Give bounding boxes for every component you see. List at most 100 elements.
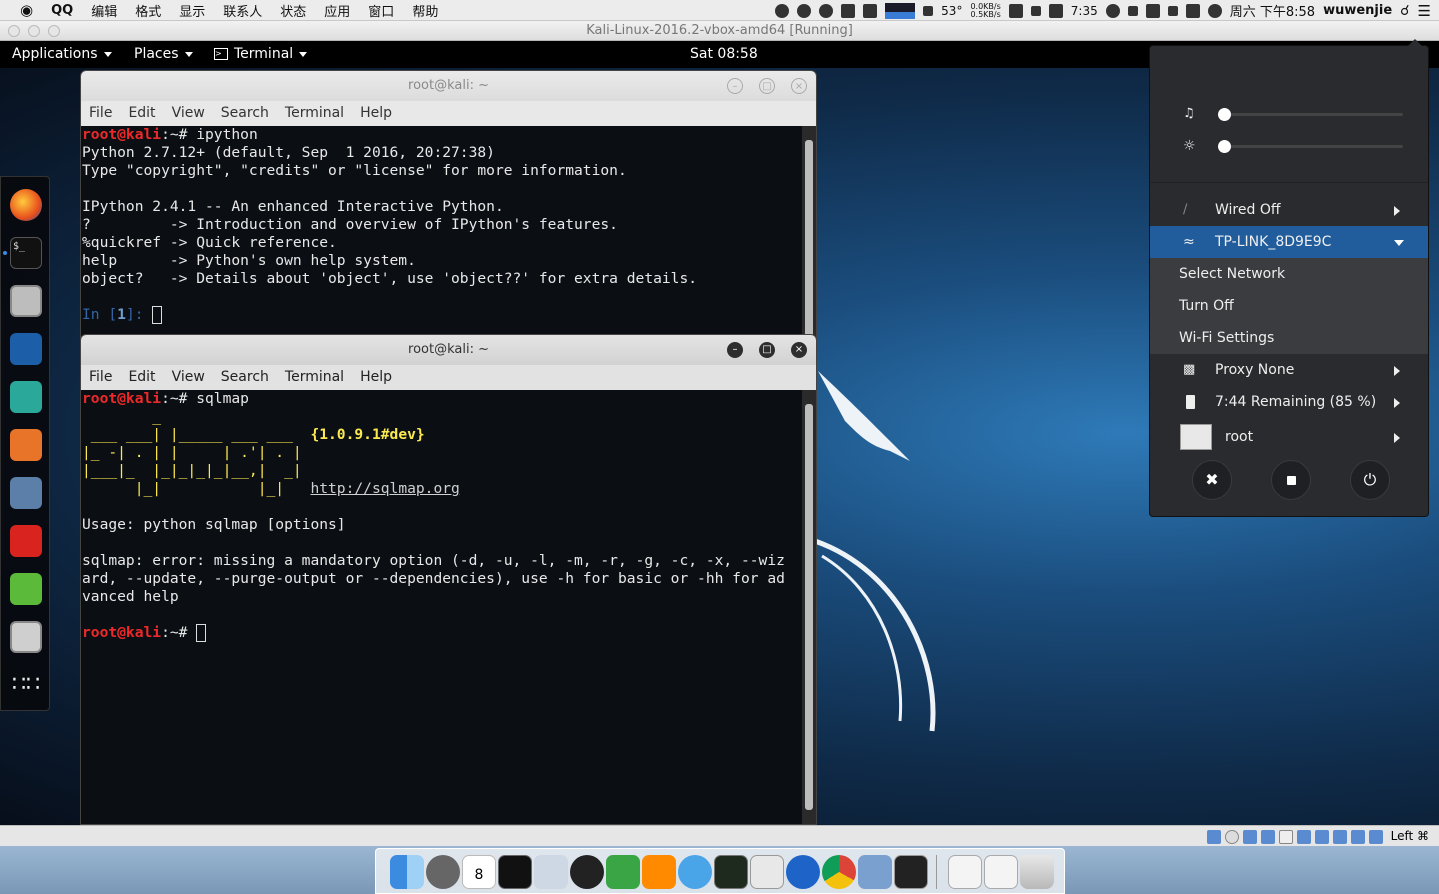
terminal-titlebar[interactable]: root@kali: ~ – □ × — [81, 71, 816, 101]
show-apps-icon[interactable]: ∷∷ — [10, 669, 42, 701]
keychain-icon[interactable] — [786, 855, 820, 889]
metasploit-icon[interactable] — [10, 333, 42, 365]
scrollbar-thumb[interactable] — [805, 404, 813, 810]
cpu-icon[interactable] — [1350, 829, 1365, 844]
donotdisturb-icon[interactable] — [775, 3, 790, 18]
username[interactable]: wuwenjie — [1323, 3, 1392, 18]
terminal-titlebar[interactable]: root@kali: ~ – □ × — [81, 335, 816, 365]
usb-icon[interactable] — [1278, 829, 1293, 844]
menu-help[interactable]: Help — [360, 101, 392, 126]
terminal-app-menu[interactable]: > Terminal — [214, 46, 308, 62]
menu-file[interactable]: File — [89, 365, 112, 390]
terminal-output[interactable]: root@kali:~# sqlmap _ ___ ___| |_____ __… — [81, 390, 802, 824]
apple-menu-icon[interactable]: ◉ — [0, 1, 42, 19]
leafpad-icon[interactable] — [10, 573, 42, 605]
send-icon[interactable] — [841, 3, 856, 18]
select-network-item[interactable]: Select Network — [1150, 258, 1428, 290]
optical-icon[interactable] — [1224, 829, 1239, 844]
mouse-icon[interactable] — [1368, 829, 1383, 844]
chrome-icon[interactable] — [822, 855, 856, 889]
disk-icon[interactable] — [1030, 5, 1041, 16]
wifi-menu-item[interactable]: ≈ TP-LINK_8D9E9C — [1150, 226, 1428, 258]
app-menu[interactable]: QQ — [42, 3, 82, 18]
temperature[interactable]: 53° — [941, 4, 962, 18]
datetime[interactable]: 周六 下午8:58 — [1230, 1, 1315, 20]
memory-bars-icon[interactable] — [1008, 3, 1023, 18]
video-capture-icon[interactable] — [1332, 829, 1347, 844]
menu-format[interactable]: 格式 — [126, 1, 170, 20]
wired-menu-item[interactable]: ∕ Wired Off — [1150, 194, 1428, 226]
firefox-icon[interactable] — [10, 189, 42, 221]
activity-monitor-icon[interactable] — [714, 855, 748, 889]
evernote-icon[interactable] — [606, 855, 640, 889]
network-icon[interactable] — [1260, 829, 1275, 844]
display-icon[interactable] — [1314, 829, 1329, 844]
menu-view[interactable]: View — [172, 101, 205, 126]
menu-contacts[interactable]: 联系人 — [214, 1, 271, 20]
volume-slider[interactable] — [1218, 108, 1403, 121]
brightness-slider-knob[interactable] — [1218, 140, 1231, 153]
maximize-button[interactable]: □ — [759, 78, 775, 94]
minimize-button[interactable]: – — [727, 342, 743, 358]
wifi-settings-item[interactable]: Wi-Fi Settings — [1150, 322, 1428, 354]
time-machine-icon[interactable] — [1105, 3, 1120, 18]
finder-icon[interactable] — [390, 855, 424, 889]
audio-icon[interactable] — [1242, 829, 1257, 844]
cloud-icon[interactable] — [797, 3, 812, 18]
beef-icon[interactable] — [10, 477, 42, 509]
menu-help[interactable]: Help — [360, 365, 392, 390]
vbox-zoom-button[interactable] — [48, 25, 60, 37]
maximize-button[interactable]: □ — [759, 342, 775, 358]
pin-icon[interactable] — [863, 3, 878, 18]
brightness-slider[interactable] — [1218, 140, 1403, 153]
battery-status-icon[interactable] — [1185, 3, 1200, 18]
wifi-icon[interactable] — [1145, 3, 1160, 18]
battery-menu-item[interactable]: 7:44 Remaining (85 %) — [1150, 386, 1428, 418]
clock[interactable]: Sat 08:58 — [690, 46, 758, 62]
remote-desktop-icon[interactable] — [894, 855, 928, 889]
network-speed[interactable]: 0.0KB/s 0.5KB/s — [970, 2, 1000, 19]
lock-button[interactable] — [1271, 460, 1311, 500]
input-method-icon[interactable] — [1207, 3, 1222, 18]
menu-terminal[interactable]: Terminal — [285, 101, 344, 126]
settings-button[interactable]: ✖ — [1192, 460, 1232, 500]
shared-folders-icon[interactable] — [1296, 829, 1311, 844]
scrollbar-thumb[interactable] — [805, 140, 813, 355]
terminal-output[interactable]: root@kali:~# ipython Python 2.7.12+ (def… — [81, 126, 802, 369]
qq-icon[interactable] — [570, 855, 604, 889]
menu-edit[interactable]: Edit — [128, 101, 155, 126]
battery-icon[interactable] — [1048, 3, 1063, 18]
sqlmap-url-link[interactable]: http://sqlmap.org — [310, 480, 459, 497]
qq-icon[interactable] — [819, 3, 834, 18]
documents-stack-icon[interactable] — [948, 855, 982, 889]
menu-search[interactable]: Search — [221, 101, 269, 126]
volume-slider-knob[interactable] — [1218, 108, 1231, 121]
calendar-icon[interactable]: 8 — [462, 855, 496, 889]
menu-edit[interactable]: Edit — [128, 365, 155, 390]
terminal-icon[interactable] — [498, 855, 532, 889]
faraday-icon[interactable] — [10, 525, 42, 557]
terminal-scrollbar[interactable] — [802, 126, 816, 369]
vbox-minimize-button[interactable] — [28, 25, 40, 37]
menu-terminal[interactable]: Terminal — [285, 365, 344, 390]
vbox-close-button[interactable] — [8, 25, 20, 37]
menu-window[interactable]: 窗口 — [359, 1, 403, 20]
bluetooth-icon[interactable] — [1127, 5, 1138, 16]
sublime-icon[interactable] — [642, 855, 676, 889]
burpsuite-icon[interactable] — [10, 429, 42, 461]
menu-view[interactable]: 显示 — [170, 1, 214, 20]
menu-edit[interactable]: 编辑 — [82, 1, 126, 20]
menu-status[interactable]: 状态 — [271, 1, 315, 20]
applications-menu[interactable]: Applications — [12, 46, 112, 62]
armitage-icon[interactable] — [10, 381, 42, 413]
menu-view[interactable]: View — [172, 365, 205, 390]
menu-help[interactable]: 帮助 — [403, 1, 447, 20]
user-menu-item[interactable]: root — [1150, 421, 1428, 453]
places-menu[interactable]: Places — [134, 46, 193, 62]
cherrytree-icon[interactable] — [10, 621, 42, 653]
terminal-scrollbar[interactable] — [802, 390, 816, 824]
files-icon[interactable] — [10, 285, 42, 317]
battery-time[interactable]: 7:35 — [1071, 4, 1098, 18]
photos-icon[interactable] — [534, 855, 568, 889]
notification-icon[interactable]: ☰ — [1418, 2, 1431, 20]
